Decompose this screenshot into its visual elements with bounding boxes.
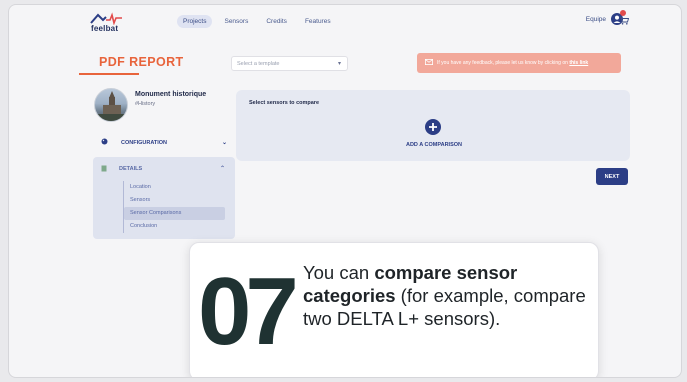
feedback-banner: If you have any feedback, please let us … (417, 53, 621, 73)
compare-panel: Select sensors to compare ADD A COMPARIS… (236, 90, 630, 161)
page-title: PDF REPORT (99, 55, 184, 69)
account-area: Equipe (586, 10, 626, 25)
chevron-up-icon: ⌃ (219, 166, 225, 172)
nav-link-credits[interactable]: Credits (260, 15, 293, 28)
monument-image (95, 91, 127, 121)
add-comparison-button[interactable] (425, 119, 441, 135)
project-name: Monument historique (135, 91, 207, 98)
template-select-placeholder: Select a template (237, 61, 280, 67)
project-photo (94, 88, 128, 122)
template-select[interactable]: Select a template ▾ (231, 56, 348, 71)
chevron-down-icon: ▾ (337, 61, 341, 67)
palette-icon (101, 138, 108, 145)
details-section: DETAILS ⌃ Location Sensors Sensor Compar… (93, 157, 235, 239)
details-list: Location Sensors Sensor Comparisons Conc… (123, 181, 225, 233)
details-item-conclusion[interactable]: Conclusion (124, 220, 225, 233)
app-window: feelbat Projects Sensors Credits Feature… (8, 4, 682, 378)
plus-icon (429, 123, 437, 131)
details-item-sensor-comparisons[interactable]: Sensor Comparisons (124, 207, 225, 220)
project-tag: #History (135, 101, 156, 107)
next-button[interactable]: NEXT (596, 168, 628, 185)
chevron-down-icon: ⌄ (221, 140, 227, 146)
feedback-text: If you have any feedback, please let us … (437, 60, 570, 66)
mail-icon (425, 59, 433, 65)
nav-link-features[interactable]: Features (299, 15, 337, 28)
step-number: 07 (198, 258, 299, 365)
sidebar-item-details[interactable]: DETAILS ⌃ (101, 165, 227, 172)
tutorial-callout: 07 You can compare sensor categories (fo… (189, 242, 599, 377)
nav-link-sensors[interactable]: Sensors (218, 15, 254, 28)
add-comparison-label[interactable]: ADD A COMPARISON (384, 142, 484, 148)
compare-heading: Select sensors to compare (249, 100, 320, 106)
top-nav: feelbat Projects Sensors Credits Feature… (9, 5, 681, 39)
callout-text-part-1: You can (303, 262, 375, 283)
team-label[interactable]: Equipe (586, 16, 606, 23)
cart-icon[interactable] (619, 16, 629, 25)
details-item-sensors[interactable]: Sensors (124, 194, 225, 207)
feedback-link[interactable]: this link (569, 60, 588, 66)
title-underline (79, 73, 139, 75)
nav-links: Projects Sensors Credits Features (177, 15, 337, 28)
nav-link-projects[interactable]: Projects (177, 15, 213, 28)
logo-mark-icon (90, 12, 122, 25)
feelbat-logo[interactable]: feelbat (89, 11, 125, 35)
document-icon (101, 165, 107, 172)
details-item-location[interactable]: Location (124, 181, 225, 194)
configuration-label: CONFIGURATION (121, 140, 168, 146)
sidebar-item-configuration[interactable]: CONFIGURATION ⌄ (101, 137, 227, 149)
logo-text: feelbat (91, 24, 119, 33)
details-label: DETAILS (119, 166, 143, 172)
callout-text: You can compare sensor categories (for e… (303, 261, 588, 330)
